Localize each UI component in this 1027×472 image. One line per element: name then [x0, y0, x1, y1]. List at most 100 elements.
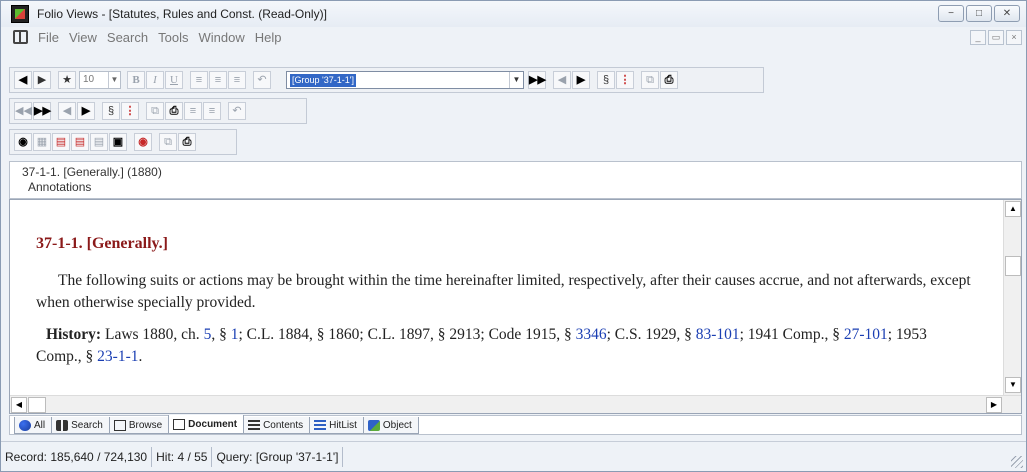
history-link[interactable]: 27-101	[844, 326, 888, 343]
history-link[interactable]: 23-1-1	[97, 348, 138, 365]
next-hit-icon[interactable]: ▶▶	[528, 71, 546, 89]
object-icon	[367, 419, 380, 431]
scroll-down-icon[interactable]: ▼	[1005, 377, 1021, 393]
scroll-right-icon[interactable]: ▶	[986, 397, 1002, 413]
section-subtitle: Annotations	[28, 180, 92, 194]
section-title: 37-1-1. [Generally.] (1880)	[22, 165, 162, 179]
maximize-button[interactable]: □	[966, 5, 992, 22]
align-left-icon[interactable]: ≡	[190, 71, 208, 89]
folio-app-icon[interactable]	[11, 5, 29, 23]
align-right-icon[interactable]: ≡	[228, 71, 246, 89]
forward-arrow-icon[interactable]: ▶	[33, 71, 51, 89]
underline-button[interactable]: U	[165, 71, 183, 89]
tab-all[interactable]: All	[14, 417, 53, 434]
previous-document-icon[interactable]: ◀	[58, 102, 76, 120]
chevron-down-icon[interactable]: ▼	[509, 72, 523, 88]
clear-query-icon[interactable]: ▣	[109, 133, 127, 151]
previous-document-icon[interactable]: ◀	[553, 71, 571, 89]
back-arrow-icon[interactable]: ◀	[14, 71, 32, 89]
menu-view[interactable]: View	[69, 30, 97, 45]
close-button[interactable]: ✕	[994, 5, 1020, 22]
last-hit-icon[interactable]: ▶▶	[33, 102, 51, 120]
binoculars-icon	[56, 419, 69, 431]
bold-button[interactable]: B	[127, 71, 145, 89]
document-pane: 37-1-1. [Generally.] The following suits…	[9, 199, 1022, 414]
undo-icon[interactable]: ↶	[228, 102, 246, 120]
copy-icon[interactable]: ⧉	[146, 102, 164, 120]
undo-icon[interactable]: ↶	[253, 71, 271, 89]
copy-icon[interactable]: ⧉	[641, 71, 659, 89]
query-icon[interactable]: ▦	[33, 133, 51, 151]
binoculars-icon[interactable]: ◉	[14, 133, 32, 151]
link-icon[interactable]: §	[102, 102, 120, 120]
vertical-scroll-thumb[interactable]	[1005, 256, 1021, 276]
link-icon[interactable]: §	[597, 71, 615, 89]
window-title: Folio Views - [Statutes, Rules and Const…	[37, 7, 327, 21]
statute-heading: 37-1-1. [Generally.]	[36, 235, 168, 252]
globe-icon	[19, 419, 31, 431]
hit-list-icon[interactable]: ⋮	[121, 102, 139, 120]
query-status: Query: [Group '37-1-1']	[212, 446, 344, 467]
tab-contents[interactable]: Contents	[243, 417, 311, 434]
query-template-icon[interactable]: ▤	[52, 133, 70, 151]
tab-search[interactable]: Search	[51, 417, 110, 434]
menu-bar: File View Search Tools Window Help _ ▭ ×	[1, 27, 1026, 47]
menu-search[interactable]: Search	[107, 30, 148, 45]
binoculars-search-icon[interactable]: ◉	[134, 133, 152, 151]
hit-status: Hit: 4 / 55	[152, 446, 213, 467]
scroll-left-icon[interactable]: ◀	[11, 397, 27, 413]
app-window: Folio Views - [Statutes, Rules and Const…	[0, 0, 1027, 472]
doc-minimize-button[interactable]: _	[970, 30, 986, 45]
hitlist-icon	[314, 419, 327, 431]
formatting-toolbar: ◀ ▶ ★ 10 ▼ B I U ≡ ≡ ≡ ↶ [Group '37-1-1']…	[9, 67, 764, 93]
navigation-toolbar: ◀◀ ▶▶ ◀ ▶ § ⋮ ⧉ ⎙ ≡ ≡ ↶	[9, 98, 307, 124]
document-icon	[173, 418, 186, 430]
hit-list-icon[interactable]: ⋮	[616, 71, 634, 89]
doc-restore-button[interactable]: ▭	[988, 30, 1004, 45]
menu-help[interactable]: Help	[255, 30, 282, 45]
tab-object[interactable]: Object	[362, 417, 419, 434]
menu-window[interactable]: Window	[198, 30, 244, 45]
horizontal-scrollbar[interactable]: ◀ ▶	[10, 395, 1021, 413]
tab-document[interactable]: Document	[168, 415, 245, 434]
document-menu-icon[interactable]	[13, 30, 28, 44]
title-bar[interactable]: Folio Views - [Statutes, Rules and Const…	[1, 1, 1026, 27]
query-history-icon[interactable]: ▤	[90, 133, 108, 151]
window-controls: − □ ✕	[938, 5, 1020, 22]
doc-close-button[interactable]: ×	[1006, 30, 1022, 45]
history-link[interactable]: 3346	[576, 326, 607, 343]
next-document-icon[interactable]: ▶	[77, 102, 95, 120]
chevron-down-icon: ▼	[108, 72, 120, 88]
menu-tools[interactable]: Tools	[158, 30, 188, 45]
history-link[interactable]: 83-101	[696, 326, 740, 343]
status-bar: Record: 185,640 / 724,130 Hit: 4 / 55 Qu…	[1, 441, 1026, 471]
minimize-button[interactable]: −	[938, 5, 964, 22]
vertical-scrollbar[interactable]: ▲ ▼	[1003, 200, 1021, 413]
print-icon[interactable]: ⎙	[165, 102, 183, 120]
next-document-icon[interactable]: ▶	[572, 71, 590, 89]
view-tabs: All Search Browse Document Contents HitL…	[9, 415, 1022, 435]
tab-hitlist[interactable]: HitList	[309, 417, 364, 434]
style-icon[interactable]: ★	[58, 71, 76, 89]
menu-file[interactable]: File	[38, 30, 59, 45]
record-status: Record: 185,640 / 724,130	[1, 446, 153, 467]
print-icon[interactable]: ⎙	[178, 133, 196, 151]
document-window-controls: _ ▭ ×	[970, 30, 1022, 45]
print-icon[interactable]: ⎙	[660, 71, 678, 89]
history-label: History:	[46, 326, 102, 343]
horizontal-scroll-thumb[interactable]	[28, 397, 46, 413]
font-size-select[interactable]: 10 ▼	[79, 71, 121, 89]
scroll-up-icon[interactable]: ▲	[1005, 201, 1021, 217]
advanced-query-icon[interactable]: ▤	[71, 133, 89, 151]
italic-button[interactable]: I	[146, 71, 164, 89]
align-left-icon[interactable]: ≡	[184, 102, 202, 120]
tab-browse[interactable]: Browse	[108, 417, 170, 434]
resize-grip-icon[interactable]	[1011, 456, 1023, 468]
align-center-icon[interactable]: ≡	[209, 71, 227, 89]
first-hit-icon[interactable]: ◀◀	[14, 102, 32, 120]
query-input[interactable]: [Group '37-1-1'] ▼	[286, 71, 524, 89]
copy-icon[interactable]: ⧉	[159, 133, 177, 151]
search-toolbar: ◉ ▦ ▤ ▤ ▤ ▣ ◉ ⧉ ⎙	[9, 129, 237, 155]
statute-text: The following suits or actions may be br…	[36, 272, 971, 311]
align-right-icon[interactable]: ≡	[203, 102, 221, 120]
